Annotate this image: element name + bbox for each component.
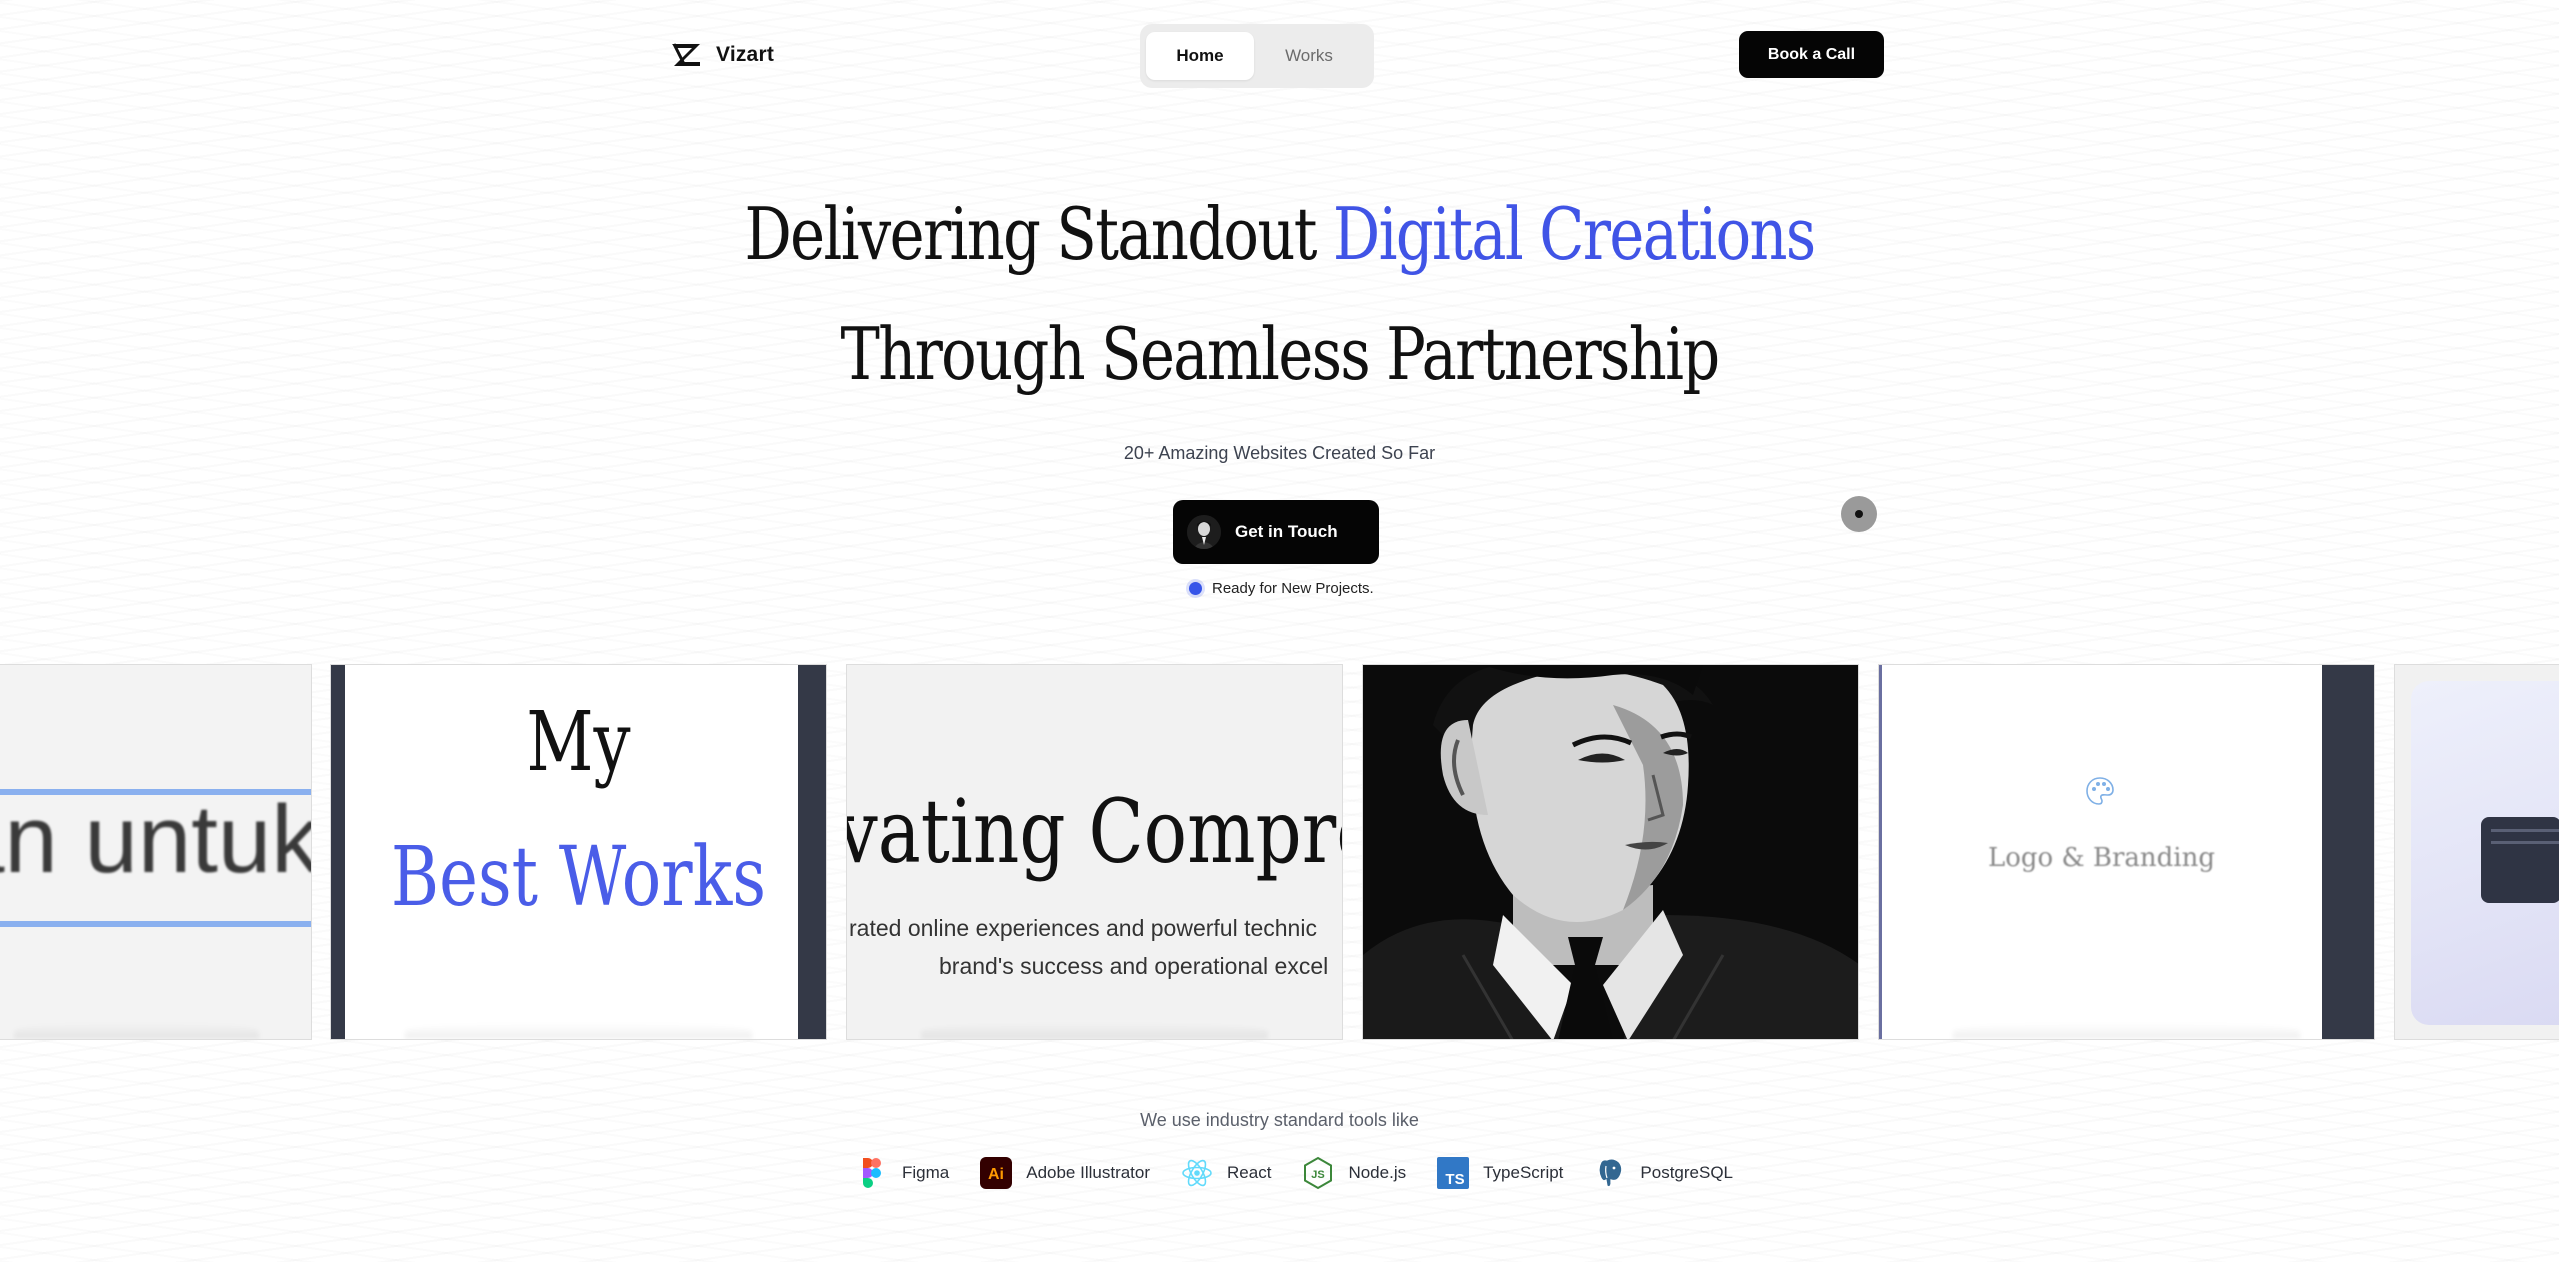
works-carousel: an untuk My Best Works vating Compreh ra… [0, 662, 2559, 1042]
work-card[interactable]: Logo & Branding [1878, 664, 2375, 1040]
svg-text:JS: JS [1312, 1169, 1325, 1181]
main-nav: Home Works [1140, 24, 1374, 88]
hero-headline-line-2: Through Seamless Partnership [840, 312, 1720, 396]
status-dot-icon [1189, 582, 1202, 595]
site-header: Vizart Home Works Book a Call [0, 0, 2559, 110]
hero-headline-accent: Digital Creations [1332, 192, 1816, 276]
card-shadow [405, 1023, 752, 1039]
postgresql-icon [1598, 1158, 1623, 1188]
card-shadow [13, 1023, 259, 1039]
card-preview-text: an untuk [0, 786, 312, 893]
brand-name: Vizart [716, 43, 775, 66]
card-frame-left [331, 665, 345, 1039]
card-preview-title: vating Compreh [846, 780, 1342, 883]
card-frame-right [2322, 665, 2374, 1039]
status-text: Ready for New Projects. [1212, 580, 1374, 597]
adobe-illustrator-icon: Ai [980, 1157, 1013, 1189]
card-preview-text: brand's success and operational excel [939, 953, 1329, 979]
typescript-icon: TS [1437, 1157, 1470, 1189]
card-shadow [921, 1023, 1268, 1039]
tool-adobe-illustrator: Ai Adobe Illustrator [979, 1156, 1150, 1190]
hero-headline-plain: Delivering Standout [744, 192, 1333, 276]
book-a-call-button[interactable]: Book a Call [1739, 31, 1884, 78]
tool-label: Adobe Illustrator [1026, 1163, 1151, 1182]
card-preview-title: My [526, 695, 631, 790]
availability-status: Ready for New Projects. [1189, 580, 1374, 597]
work-card[interactable]: vating Compreh rated online experiences … [846, 664, 1343, 1040]
card-frame-right [798, 665, 826, 1039]
tool-label: PostgreSQL [1640, 1163, 1734, 1182]
get-in-touch-button[interactable]: Get in Touch [1173, 500, 1379, 564]
work-card[interactable] [1362, 664, 1859, 1040]
tool-label: Node.js [1348, 1163, 1407, 1182]
hero-subtitle: 20+ Amazing Websites Created So Far [1123, 443, 1436, 463]
card-highlight-bar [0, 921, 311, 927]
tools-caption: We use industry standard tools like [1140, 1110, 1419, 1130]
figma-icon [863, 1158, 881, 1188]
ui-preview-window [2481, 817, 2559, 903]
avatar [1187, 515, 1221, 549]
tool-label: Figma [902, 1163, 950, 1182]
card-shadow [1953, 1023, 2300, 1039]
work-card[interactable] [2394, 664, 2559, 1040]
card-preview-accent: Best Works [390, 830, 767, 925]
svg-text:Ai: Ai [988, 1166, 1004, 1183]
tool-postgresql: PostgreSQL [1593, 1156, 1733, 1190]
tool-typescript: TS TypeScript [1436, 1156, 1563, 1190]
palette-icon [2086, 777, 2114, 805]
svg-text:TS: TS [1446, 1171, 1465, 1188]
work-card[interactable]: an untuk [0, 664, 312, 1040]
portrait-illustration [1363, 665, 1858, 1039]
card-preview-text: rated online experiences and powerful te… [849, 915, 1317, 941]
brand-logo[interactable]: Vizart [670, 38, 774, 72]
nodejs-icon: JS [1304, 1156, 1333, 1190]
tool-figma: Figma [855, 1156, 949, 1190]
get-in-touch-label: Get in Touch [1235, 522, 1338, 541]
work-card[interactable]: My Best Works [330, 664, 827, 1040]
react-icon [1182, 1159, 1212, 1187]
tool-nodejs: JS Node.js [1301, 1156, 1406, 1190]
card-preview-label: Logo & Branding [1987, 843, 2216, 873]
tools-list: Figma Ai Adobe Illustrator React JS Node… [855, 1156, 1733, 1190]
tab-works[interactable]: Works [1254, 32, 1364, 80]
tab-home[interactable]: Home [1146, 32, 1254, 80]
vizart-logo-icon [672, 43, 700, 66]
hero-headline-line-1: Delivering Standout Digital Creations [230, 198, 2328, 270]
tool-label: React [1227, 1163, 1272, 1182]
cursor-follower-icon [1841, 496, 1877, 532]
tool-react: React [1180, 1156, 1271, 1190]
tool-label: TypeScript [1483, 1163, 1564, 1182]
